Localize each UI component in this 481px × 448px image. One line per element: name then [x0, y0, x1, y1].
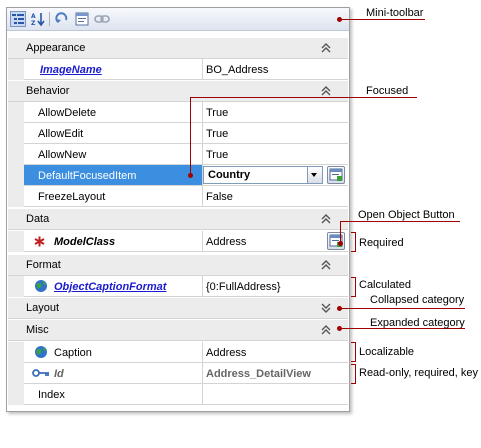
annotation-localizable: Localizable	[359, 346, 415, 358]
category-label: Appearance	[26, 42, 86, 54]
property-value: Address_DetailView	[206, 368, 311, 380]
required-asterisk-icon	[34, 236, 45, 247]
annotation-focused: Focused	[366, 85, 409, 97]
annotation-line	[190, 97, 191, 175]
annotation-line	[340, 19, 425, 20]
annotation-expanded-category: Expanded category	[370, 317, 465, 329]
collapse-chevron-icon[interactable]	[320, 324, 332, 336]
property-value[interactable]: BO_Address	[206, 64, 268, 76]
link-icon[interactable]	[94, 11, 110, 27]
annotation-line	[340, 221, 460, 222]
annotation-required: Required	[359, 237, 404, 249]
mini-toolbar: AZ	[7, 8, 349, 31]
annotation-bracket	[351, 364, 356, 384]
property-row-allowdelete[interactable]: AllowDelete True	[8, 102, 348, 123]
category-appearance[interactable]: Appearance	[8, 38, 348, 59]
annotation-line	[340, 308, 465, 309]
property-name: AllowEdit	[38, 128, 84, 140]
annotation-bracket	[351, 277, 356, 297]
alphabetical-sort-icon[interactable]: AZ	[30, 11, 46, 27]
annotation-dot	[338, 241, 343, 246]
collapse-chevron-icon[interactable]	[320, 42, 332, 54]
category-layout[interactable]: Layout	[8, 298, 348, 319]
property-name[interactable]: ObjectCaptionFormat	[54, 281, 166, 293]
value-combobox[interactable]: Country	[203, 166, 323, 184]
property-name: Id	[54, 368, 64, 380]
category-label: Misc	[26, 324, 49, 336]
property-name: AllowDelete	[38, 107, 97, 119]
category-label: Format	[26, 259, 61, 271]
reset-icon[interactable]	[54, 11, 70, 27]
property-value[interactable]: True	[206, 107, 228, 119]
key-icon	[32, 369, 49, 377]
property-name: Caption	[54, 347, 92, 359]
category-label: Data	[26, 213, 50, 225]
category-behavior[interactable]: Behavior	[8, 81, 348, 102]
show-description-icon[interactable]	[74, 11, 90, 27]
annotation-bracket	[351, 232, 356, 252]
annotation-dot	[188, 173, 193, 178]
combobox-value: Country	[208, 169, 251, 181]
globe-icon	[35, 280, 47, 292]
annotation-bracket	[351, 342, 356, 362]
svg-text:Z: Z	[31, 20, 36, 27]
svg-text:A: A	[31, 13, 36, 20]
property-name: FreezeLayout	[38, 191, 106, 203]
collapse-chevron-icon[interactable]	[320, 213, 332, 225]
property-value[interactable]: {0:FullAddress}	[206, 281, 281, 293]
property-name: ModelClass	[54, 236, 116, 248]
category-misc[interactable]: Misc	[8, 320, 348, 341]
annotation-calculated: Calculated	[359, 279, 411, 291]
category-data[interactable]: Data	[8, 209, 348, 230]
property-value[interactable]: False	[206, 191, 233, 203]
property-grid: AZ Appearance ImageName BO_Address Behav…	[6, 7, 350, 412]
category-label: Behavior	[26, 85, 70, 97]
globe-icon	[35, 346, 47, 358]
expand-chevron-icon[interactable]	[320, 302, 332, 314]
property-row-id[interactable]: Id Address_DetailView	[8, 363, 348, 384]
annotation-line	[340, 221, 341, 241]
categorized-view-icon[interactable]	[10, 11, 26, 27]
category-format[interactable]: Format	[8, 255, 348, 276]
property-name[interactable]: ImageName	[40, 64, 102, 76]
property-value[interactable]: Address	[206, 347, 246, 359]
property-name: DefaultFocusedItem	[38, 170, 137, 182]
open-object-button[interactable]	[327, 166, 345, 184]
collapse-chevron-icon[interactable]	[320, 259, 332, 271]
annotation-open-object-button: Open Object Button	[358, 209, 455, 221]
annotation-mini-toolbar: Mini-toolbar	[366, 7, 424, 19]
property-row-allownew[interactable]: AllowNew True	[8, 144, 348, 165]
property-row-allowedit[interactable]: AllowEdit True	[8, 123, 348, 144]
property-row-caption[interactable]: Caption Address	[8, 342, 348, 363]
property-name: AllowNew	[38, 149, 87, 161]
property-value[interactable]: True	[206, 128, 228, 140]
property-row-defaultfocuseditem[interactable]: DefaultFocusedItem Country	[8, 165, 348, 186]
property-row-modelclass[interactable]: ModelClass Address	[8, 231, 348, 252]
property-row-imagename[interactable]: ImageName BO_Address	[8, 59, 348, 80]
property-row-freezelayout[interactable]: FreezeLayout False	[8, 186, 348, 207]
toolbar-separator	[49, 12, 50, 26]
property-value[interactable]: True	[206, 149, 228, 161]
property-row-index[interactable]: Index	[8, 384, 348, 405]
property-name: Index	[38, 389, 65, 401]
annotation-line	[190, 97, 417, 98]
annotation-collapsed-category: Collapsed category	[370, 294, 465, 306]
property-row-objectcaptionformat[interactable]: ObjectCaptionFormat {0:FullAddress}	[8, 276, 348, 297]
dropdown-arrow-icon[interactable]	[307, 167, 322, 183]
annotation-read-only: Read-only, required, key	[359, 367, 479, 379]
property-value[interactable]: Address	[206, 236, 246, 248]
collapse-chevron-icon[interactable]	[320, 85, 332, 97]
category-label: Layout	[26, 302, 60, 314]
